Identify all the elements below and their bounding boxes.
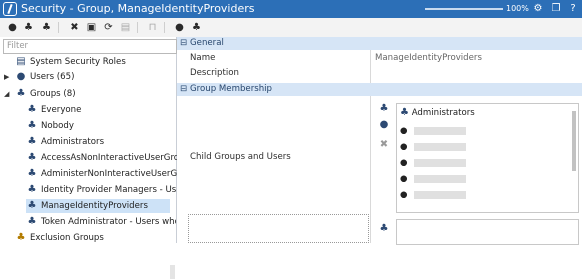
tree-item-access-noninteractive[interactable]: ♣ AccessAsNonInteractiveUserGroup <box>26 151 190 165</box>
group-icon: ♣ <box>27 120 37 131</box>
restore-icon[interactable]: ❐ <box>550 3 562 15</box>
tree-item-manage-identity-providers[interactable]: ♣ ManageIdentityProviders <box>26 199 170 213</box>
divider <box>370 96 371 243</box>
tree-item-administrators[interactable]: ♣ Administrators <box>26 135 170 149</box>
user-icon: ● <box>400 190 408 200</box>
title-bar: Security - Group, ManageIdentityProvider… <box>0 0 582 18</box>
expand-icon[interactable]: ▶ <box>4 70 9 84</box>
app-logo-icon <box>3 2 17 16</box>
list-item[interactable]: ● <box>400 125 466 137</box>
list-item[interactable]: ● <box>400 157 466 169</box>
child-groups-label: Child Groups and Users <box>190 152 291 162</box>
user-icon: ● <box>400 142 408 152</box>
collapse-icon[interactable]: ◢ <box>4 87 9 101</box>
redacted-user <box>414 127 466 135</box>
tree-item-nobody[interactable]: ♣ Nobody <box>26 119 170 133</box>
collapse-icon[interactable]: ⊟ <box>180 37 187 50</box>
scrollbar-thumb[interactable] <box>572 111 576 171</box>
add-exclusion-group-icon[interactable]: ♣ <box>378 223 390 235</box>
security-tree-pane: Filter ▤ System Security Roles ▶ ● Users… <box>0 37 197 279</box>
toolbar-separator <box>137 22 138 33</box>
group-icon: ♣ <box>27 200 37 211</box>
properties-icon[interactable]: ▣ <box>85 21 98 34</box>
delete-icon[interactable]: ✖ <box>68 21 81 34</box>
new-user-icon[interactable]: ● <box>6 21 19 34</box>
section-group-membership[interactable]: ⊟ Group Membership <box>177 83 582 96</box>
user-icon: ● <box>400 158 408 168</box>
redacted-user <box>414 159 466 167</box>
add-group-icon[interactable]: ♣ <box>378 103 390 115</box>
settings-icon[interactable]: ⚙ <box>532 3 544 15</box>
group-icon: ♣ <box>16 88 26 99</box>
help-icon[interactable]: ? <box>567 3 579 15</box>
tree-item-system-roles[interactable]: ▤ System Security Roles <box>15 55 170 69</box>
window-title: Security - Group, ManageIdentityProvider… <box>21 2 255 15</box>
group-icon: ♣ <box>27 152 37 163</box>
divider <box>370 50 371 83</box>
remove-icon[interactable]: ✖ <box>378 139 390 151</box>
user-icon: ● <box>16 71 26 82</box>
tree-item-administer-noninteractive[interactable]: ♣ AdministerNonInteractiveUserGroup <box>26 167 197 181</box>
tree-item-token-administrator[interactable]: ♣ Token Administrator - Users who will n <box>26 215 176 229</box>
redacted-user <box>414 175 466 183</box>
tree-scrollbar[interactable] <box>170 265 175 279</box>
group-icon: ♣ <box>27 184 37 195</box>
list-scrollbar[interactable] <box>571 105 577 211</box>
user-icon: ● <box>400 126 408 136</box>
collapse-icon[interactable]: ⊟ <box>180 83 187 96</box>
toolbar-separator <box>164 22 165 33</box>
toolbar-separator <box>58 22 59 33</box>
prop-description-label: Description <box>190 68 239 78</box>
save-icon[interactable]: ▤ <box>119 21 132 34</box>
roles-icon: ▤ <box>16 56 26 67</box>
prop-name-value[interactable]: ManageIdentityProviders <box>372 51 582 65</box>
toolbar: ● ♣ ♣ ✖ ▣ ⟳ ▤ ⊓ ● ♣ <box>0 18 582 38</box>
prop-name-label: Name <box>190 53 216 63</box>
zoom-level: 100% <box>506 4 529 13</box>
child-members-list[interactable]: ♣ Administrators ● ● ● ● ● <box>396 103 579 213</box>
filter-input[interactable]: Filter <box>3 39 177 54</box>
group-icon: ♣ <box>27 136 37 147</box>
group-icon: ♣ <box>400 107 409 118</box>
new-exclusion-group-icon[interactable]: ♣ <box>40 21 53 34</box>
groups-settings-icon[interactable]: ♣ <box>190 21 203 34</box>
section-general[interactable]: ⊟ General <box>177 37 582 50</box>
tree-item-everyone[interactable]: ♣ Everyone <box>26 103 170 117</box>
redacted-user <box>414 143 466 151</box>
list-item[interactable]: ● <box>400 173 466 185</box>
group-icon: ♣ <box>27 168 37 179</box>
redacted-user <box>414 191 466 199</box>
exclusion-members-list[interactable] <box>396 219 579 245</box>
group-icon: ♣ <box>16 232 26 243</box>
properties-pane: ⊟ General Name ManageIdentityProviders D… <box>177 37 582 245</box>
add-user-icon[interactable]: ● <box>378 119 390 131</box>
prop-description-value[interactable] <box>372 66 582 80</box>
lock-icon[interactable]: ⊓ <box>146 21 159 34</box>
tree-item-users[interactable]: ▶ ● Users (65) <box>4 70 170 84</box>
list-item[interactable]: ● <box>400 189 466 201</box>
focus-outline <box>188 214 369 243</box>
user-settings-icon[interactable]: ● <box>173 21 186 34</box>
group-icon: ♣ <box>27 104 37 115</box>
group-icon: ♣ <box>27 216 37 227</box>
zoom-slider[interactable] <box>425 8 503 10</box>
list-item[interactable]: ● <box>400 141 466 153</box>
user-icon: ● <box>400 174 408 184</box>
list-item[interactable]: ♣ Administrators <box>400 107 475 119</box>
tree-item-identity-provider-managers[interactable]: ♣ Identity Provider Managers - Users wh <box>26 183 176 197</box>
tree-item-groups[interactable]: ◢ ♣ Groups (8) <box>4 87 170 101</box>
new-group-icon[interactable]: ♣ <box>22 21 35 34</box>
refresh-icon[interactable]: ⟳ <box>102 21 115 34</box>
